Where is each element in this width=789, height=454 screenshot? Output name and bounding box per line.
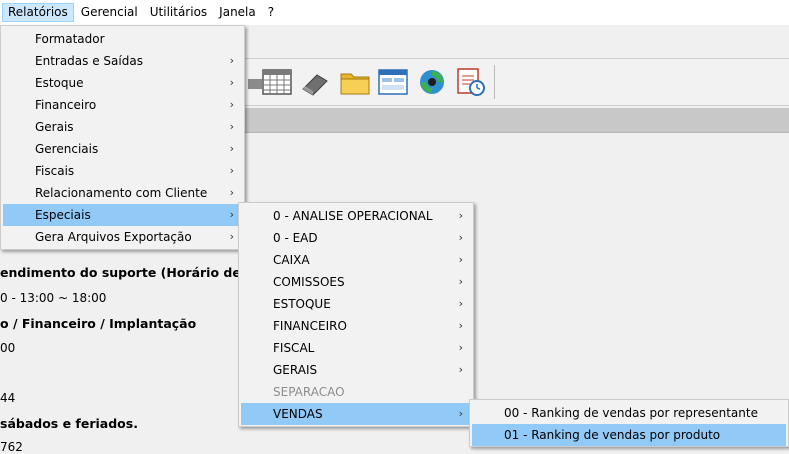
menu-item-ranking-produto[interactable]: 01 - Ranking de vendas por produto: [472, 424, 786, 446]
menu-item-financeiro[interactable]: Financeiro ›: [3, 94, 242, 116]
menu-item-label: 0 - ANALISE OPERACIONAL: [273, 209, 433, 223]
menu-item-financeiro-especial[interactable]: FINANCEIRO ›: [241, 315, 471, 337]
menu-item-ranking-representante[interactable]: 00 - Ranking de vendas por representante: [472, 402, 786, 424]
menu-item-label: ESTOQUE: [273, 297, 331, 311]
departments-title: o / Financeiro / Implantação: [0, 316, 197, 331]
sync-icon[interactable]: [417, 67, 447, 97]
report-clock-icon[interactable]: [456, 67, 486, 97]
menu-item-label: Gerais: [35, 120, 74, 134]
menu-item-label: Formatador: [35, 32, 105, 46]
menu-item-label: Financeiro: [35, 98, 97, 112]
menu-gerencial[interactable]: Gerencial: [76, 3, 143, 22]
menu-item-label: CAIXA: [273, 253, 310, 267]
relatorios-dropdown: Formatador Entradas e Saídas › Estoque › F…: [0, 25, 245, 250]
menu-relatorios[interactable]: Relatórios: [2, 3, 74, 22]
menubar: Relatórios Gerencial Utilitários Janela …: [0, 0, 789, 25]
chevron-right-icon: ›: [229, 230, 234, 243]
menu-item-label: Fiscais: [35, 164, 75, 178]
menu-item-entradas-saidas[interactable]: Entradas e Saídas ›: [3, 50, 242, 72]
menu-item-fiscal[interactable]: FISCAL ›: [241, 337, 471, 359]
menu-item-label: Relacionamento com Cliente: [35, 186, 208, 200]
weekend-note: sábados e feriados.: [0, 416, 138, 431]
menu-item-label: VENDAS: [273, 407, 323, 421]
menu-item-label: 00 - Ranking de vendas por representante: [504, 406, 758, 420]
menu-item-label: FINANCEIRO: [273, 319, 347, 333]
menu-item-formatador[interactable]: Formatador: [3, 28, 242, 50]
chevron-right-icon: ›: [229, 76, 234, 89]
menu-item-gerenciais[interactable]: Gerenciais ›: [3, 138, 242, 160]
menu-item-fiscais[interactable]: Fiscais ›: [3, 160, 242, 182]
chevron-right-icon: ›: [458, 209, 463, 222]
menu-item-label: 01 - Ranking de vendas por produto: [504, 428, 721, 442]
chevron-right-icon: ›: [229, 98, 234, 111]
menu-item-gerais[interactable]: Gerais ›: [3, 116, 242, 138]
menu-item-especiais[interactable]: Especiais ›: [3, 204, 242, 226]
phone-fragment-2: 44: [0, 391, 16, 405]
menu-item-caixa[interactable]: CAIXA ›: [241, 249, 471, 271]
menu-item-label: SEPARACAO: [273, 385, 345, 399]
menu-item-label: FISCAL: [273, 341, 315, 355]
chevron-right-icon: ›: [229, 54, 234, 67]
phone-fragment-3: 762: [0, 440, 23, 454]
folder-icon[interactable]: [340, 67, 370, 97]
menu-item-ead[interactable]: 0 - EAD ›: [241, 227, 471, 249]
menu-item-label: Estoque: [35, 76, 84, 90]
menu-item-label: Especiais: [35, 208, 91, 222]
chevron-right-icon: ›: [229, 164, 234, 177]
chevron-right-icon: ›: [458, 231, 463, 244]
especiais-submenu: 0 - ANALISE OPERACIONAL › 0 - EAD › CAIXA ›…: [238, 202, 474, 427]
phone-fragment: 00: [0, 341, 16, 355]
chevron-right-icon: ›: [229, 120, 234, 133]
menu-item-relacionamento-cliente[interactable]: Relacionamento com Cliente ›: [3, 182, 242, 204]
chevron-right-icon: ›: [458, 341, 463, 354]
menu-item-separacao: SEPARACAO: [241, 381, 471, 403]
menu-item-gera-arquivos-exportacao[interactable]: Gera Arquivos Exportação ›: [3, 226, 242, 248]
chevron-right-icon: ›: [458, 407, 463, 420]
menu-item-label: 0 - EAD: [273, 231, 318, 245]
chevron-right-icon: ›: [458, 319, 463, 332]
menu-item-label: Gerenciais: [35, 142, 99, 156]
chevron-right-icon: ›: [458, 363, 463, 376]
spreadsheet-icon[interactable]: [262, 67, 292, 97]
menu-item-estoque[interactable]: Estoque ›: [3, 72, 242, 94]
menu-help[interactable]: ?: [263, 3, 279, 22]
chevron-right-icon: ›: [458, 253, 463, 266]
chevron-right-icon: ›: [458, 275, 463, 288]
menu-utilitarios[interactable]: Utilitários: [145, 3, 212, 22]
menu-item-label: Entradas e Saídas: [35, 54, 143, 68]
support-hours-text: 0 - 13:00 ~ 18:00: [0, 291, 107, 305]
menu-item-comissoes[interactable]: COMISSOES ›: [241, 271, 471, 293]
chevron-right-icon: ›: [458, 297, 463, 310]
toolbar-separator: [494, 65, 495, 99]
menu-item-estoque-especial[interactable]: ESTOQUE ›: [241, 293, 471, 315]
eraser-icon[interactable]: [300, 67, 330, 97]
menu-item-gerais-especial[interactable]: GERAIS ›: [241, 359, 471, 381]
chevron-right-icon: ›: [229, 208, 234, 221]
menu-janela[interactable]: Janela: [214, 3, 261, 22]
menu-item-label: Gera Arquivos Exportação: [35, 230, 192, 244]
menu-item-analise-operacional[interactable]: 0 - ANALISE OPERACIONAL ›: [241, 205, 471, 227]
vendas-submenu: 00 - Ranking de vendas por representante…: [469, 399, 789, 447]
menu-item-vendas[interactable]: VENDAS ›: [241, 403, 471, 425]
menu-item-label: COMISSOES: [273, 275, 345, 289]
menu-item-label: GERAIS: [273, 363, 318, 377]
chevron-right-icon: ›: [229, 142, 234, 155]
chevron-right-icon: ›: [229, 186, 234, 199]
window-form-icon[interactable]: [378, 67, 408, 97]
